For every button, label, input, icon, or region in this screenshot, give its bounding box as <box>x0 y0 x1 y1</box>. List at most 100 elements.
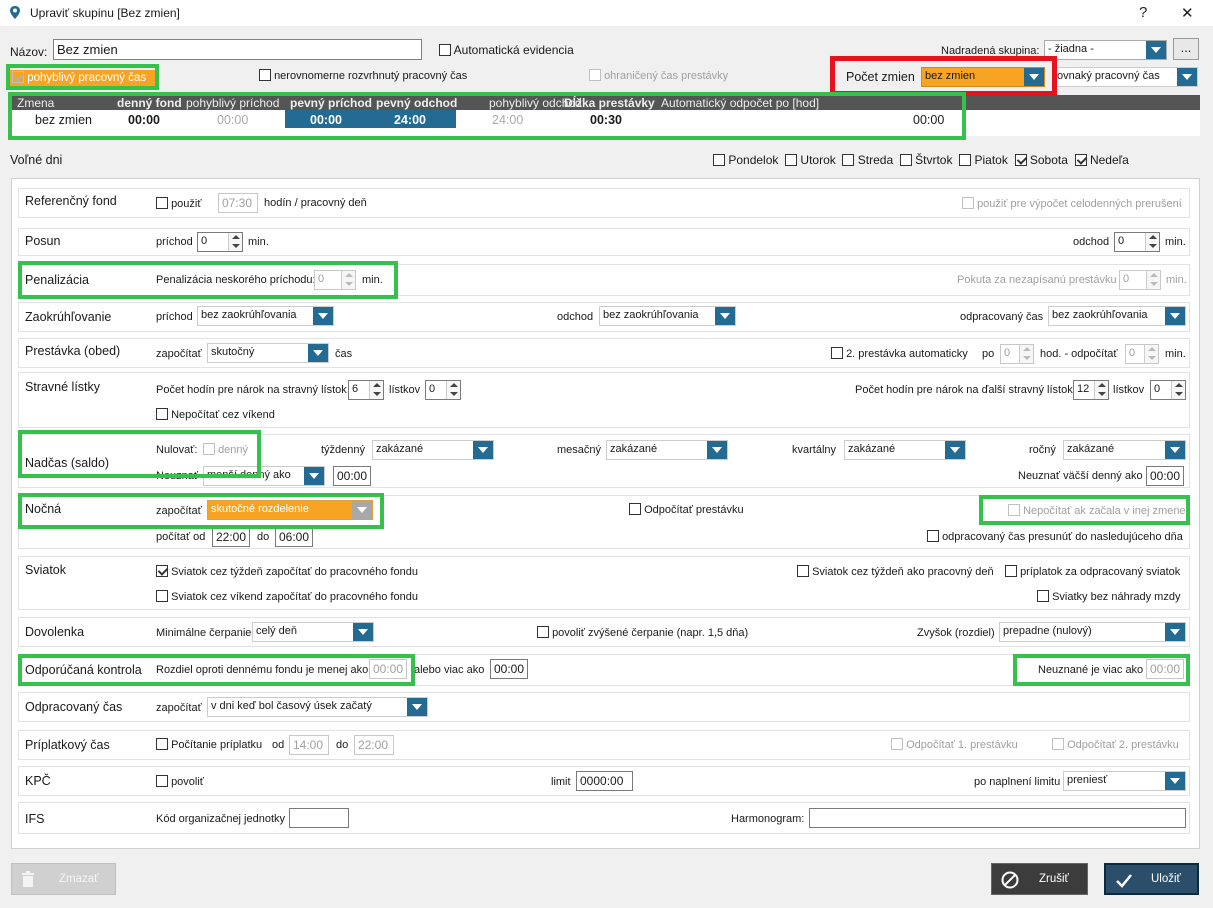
day-tuesday[interactable]: Utorok <box>785 153 836 167</box>
name-label: Názov: <box>10 45 48 59</box>
overtime-ignore-select[interactable]: menší denný ako <box>203 466 325 486</box>
spinner-arrows-icon[interactable] <box>1019 345 1033 363</box>
spinner-arrows-icon[interactable] <box>369 381 383 399</box>
ifs-harmo-input[interactable] <box>809 808 1186 828</box>
bonus-calc-checkbox[interactable]: Počítanie príplatku <box>156 738 262 751</box>
ifs-code-input[interactable] <box>289 808 349 828</box>
auto-evidence-checkbox[interactable]: Automatická evidencia <box>439 43 574 57</box>
control-unrec-input[interactable]: 00:00 <box>1146 659 1184 679</box>
break-sub-stepper[interactable]: 0 <box>1125 344 1159 364</box>
overtime-title: Nadčas (saldo) <box>25 456 110 470</box>
vacation-raised-checkbox[interactable]: povoliť zvýšené čerpanie (napr. 1,5 dňa) <box>537 626 748 639</box>
worked-count-select[interactable]: v dni keď bol časový úsek začatý <box>207 697 428 717</box>
bonus-b2-checkbox[interactable]: Odpočítať 2. prestávku <box>1052 738 1179 751</box>
spinner-arrows-icon[interactable] <box>1094 381 1108 399</box>
break-after-stepper[interactable]: 0 <box>1000 344 1034 364</box>
round-worked-select[interactable]: bez zaokrúhľovania <box>1048 306 1186 326</box>
night-othershift-checkbox[interactable]: Nepočítať ak začala v inej zmene <box>1008 504 1186 517</box>
spinner-arrows-icon[interactable] <box>1145 233 1159 251</box>
spinner-arrows-icon[interactable] <box>1171 381 1185 399</box>
vacation-rest-select[interactable]: prepadne (nulový) <box>999 622 1186 642</box>
day-sunday[interactable]: Nedeľa <box>1074 153 1129 167</box>
flex-time-label: pohyblivý pracovný čas <box>27 72 147 84</box>
night-from-input[interactable]: 22:00 <box>212 527 250 547</box>
holiday-c2-checkbox[interactable]: Sviatok cez týždeň ako pracovný deň <box>797 565 994 578</box>
day-wednesday[interactable]: Streda <box>842 153 893 167</box>
holiday-c3-checkbox[interactable]: príplatok za odpracovaný sviatok <box>1005 565 1180 578</box>
overtime-yearly-select[interactable]: zakázané <box>1063 440 1186 460</box>
overtime-ignore-time-input[interactable]: 00:00 <box>333 466 371 486</box>
chevron-down-icon <box>945 441 965 459</box>
ref-hours-input[interactable]: 07:30 <box>218 193 258 213</box>
vacation-rest-value: prepadne (nulový) <box>1003 625 1092 637</box>
night-count-select[interactable]: skutočné rozdelenie <box>207 500 373 520</box>
parent-group-select[interactable]: - žiadna - <box>1044 40 1167 60</box>
break-count-select[interactable]: skutočný <box>207 343 329 363</box>
help-button[interactable]: ? <box>1139 4 1147 21</box>
penalty-late-stepper[interactable]: 0 <box>314 270 356 290</box>
vacation-min-select[interactable]: celý deň <box>252 622 374 642</box>
day-saturday[interactable]: Sobota <box>1014 153 1068 167</box>
penalty-title: Penalizácia <box>25 273 89 287</box>
bonus-b1-checkbox[interactable]: Odpočítať 1. prestávku <box>891 738 1018 751</box>
name-input[interactable]: Bez zmien <box>53 39 422 60</box>
kpc-limit-input[interactable]: 0000:00 <box>576 771 633 791</box>
day-friday[interactable]: Piatok <box>959 153 1008 167</box>
shift-grid-header: Zmena denný fond pohyblivý príchod pevný… <box>11 95 1200 110</box>
bonus-from-input[interactable]: 14:00 <box>289 735 329 755</box>
ref-use-checkbox[interactable]: použiť <box>156 197 201 210</box>
vacation-min-label: Minimálne čerpanie <box>156 627 252 639</box>
control-or-input[interactable]: 00:00 <box>490 659 528 679</box>
holiday-c1-check-icon <box>156 565 168 577</box>
holiday-c1-checkbox[interactable]: Sviatok cez týždeň započítať do pracovné… <box>156 565 418 578</box>
holiday-c4-checkbox[interactable]: Sviatok cez víkend započítať do pracovné… <box>156 590 418 603</box>
meal-next-stepper[interactable]: 12 <box>1073 380 1109 400</box>
spinner-arrows-icon[interactable] <box>341 271 355 289</box>
overtime-daily-checkbox[interactable]: denný <box>203 443 248 456</box>
cancel-button[interactable]: Zrušiť <box>991 863 1088 895</box>
spinner-arrows-icon[interactable] <box>1146 271 1160 289</box>
ref-fullday-checkbox[interactable]: použiť pre výpočet celodenných prerušení <box>962 197 1182 210</box>
window-title: Upraviť skupinu [Bez zmien] <box>30 6 180 20</box>
delete-button[interactable]: Zmazať <box>11 863 116 895</box>
more-button[interactable]: ... <box>1173 38 1199 60</box>
spinner-arrows-icon[interactable] <box>446 381 460 399</box>
night-to-input[interactable]: 06:00 <box>275 527 313 547</box>
meal-tickets-stepper[interactable]: 0 <box>425 380 461 400</box>
limited-break-checkbox[interactable]: ohraničený čas prestávky <box>589 69 728 82</box>
close-button[interactable]: ✕ <box>1181 4 1194 22</box>
same-time-select[interactable]: ovnaký pracovný čas <box>1053 67 1198 87</box>
penalty-unrec-stepper[interactable]: 0 <box>1119 270 1161 290</box>
holiday-c5-checkbox[interactable]: Sviatky bez náhrady mzdy <box>1037 590 1180 603</box>
meal-tickets2-stepper[interactable]: 0 <box>1150 380 1186 400</box>
meal-tickets2-label: lístkov <box>1113 384 1145 396</box>
night-subbreak-checkbox[interactable]: Odpočítať prestávku <box>629 503 744 516</box>
night-move-checkbox[interactable]: odpracovaný čas presunúť do nasledujúceh… <box>927 530 1183 543</box>
kpc-allow-checkbox[interactable]: povoliť <box>156 775 204 788</box>
overtime-weekly-select[interactable]: zakázané <box>372 440 494 460</box>
round-leave-select[interactable]: bez zaokrúhľovania <box>599 306 736 326</box>
round-arrive-select[interactable]: bez zaokrúhľovania <box>197 306 334 326</box>
shift-grid-row[interactable]: bez zmien 00:00 00:00 00:00 24:00 24:00 … <box>11 110 1200 136</box>
spinner-arrows-icon[interactable] <box>228 233 242 251</box>
uneven-time-checkbox[interactable]: nerovnomerne rozvrhnutý pracovný čas <box>259 69 467 82</box>
control-diff-input[interactable]: 00:00 <box>369 659 407 679</box>
spinner-arrows-icon[interactable] <box>1144 345 1158 363</box>
shift-leave-stepper[interactable]: 0 <box>1114 232 1160 252</box>
cancel-circle-icon <box>1000 870 1020 893</box>
meal-next-label: Počet hodín pre nárok na ďalší stravný l… <box>855 384 1073 396</box>
overtime-quarterly-select[interactable]: zakázané <box>844 440 966 460</box>
flex-time-checkbox[interactable]: pohyblivý pracovný čas <box>10 70 155 86</box>
shift-arrive-stepper[interactable]: 0 <box>197 232 243 252</box>
shift-count-select[interactable]: bez zmien <box>921 67 1045 87</box>
overtime-monthly-select[interactable]: zakázané <box>606 440 728 460</box>
bonus-to-input[interactable]: 22:00 <box>354 735 394 755</box>
save-button[interactable]: Uložiť <box>1104 863 1199 895</box>
day-thursday[interactable]: Štvrtok <box>899 153 952 167</box>
day-monday[interactable]: Pondelok <box>713 153 778 167</box>
overtime-ignore-more-input[interactable]: 00:00 <box>1146 466 1184 486</box>
break-second-checkbox[interactable]: 2. prestávka automaticky <box>831 347 968 360</box>
meal-hours-stepper[interactable]: 6 <box>348 380 384 400</box>
meal-weekend-checkbox[interactable]: Nepočítať cez víkend <box>156 408 275 421</box>
kpc-after-select[interactable]: preniesť <box>1063 771 1186 791</box>
